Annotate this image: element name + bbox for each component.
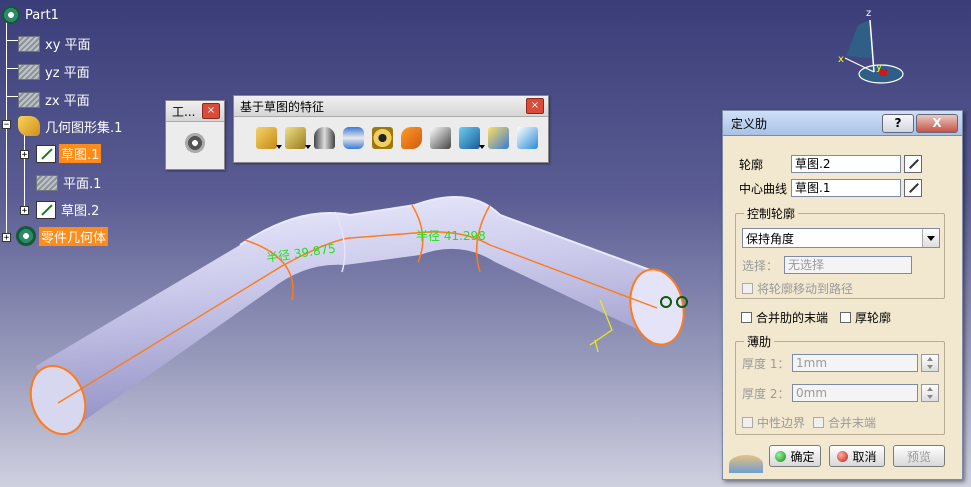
toolbar-sketch-based-features[interactable]: 基于草图的特征 × <box>233 95 549 163</box>
sketch-icon <box>36 200 56 219</box>
move-profile-checkbox[interactable] <box>742 283 753 294</box>
dialog-close-button[interactable]: X <box>916 113 958 133</box>
rib-solid[interactable] <box>22 196 691 442</box>
expand-icon[interactable]: + <box>20 206 29 216</box>
collapse-icon[interactable]: − <box>2 120 11 130</box>
thickness1-label: 厚度 1： <box>742 356 790 371</box>
tree-node-yz-plane[interactable]: yz 平面 <box>18 62 92 81</box>
removed-multi-section-icon[interactable] <box>517 127 538 149</box>
rib-icon[interactable] <box>401 127 422 149</box>
rib-definition-dialog[interactable]: 定义肋 ? X 轮廓 草图.2 中心曲线 草图.1 控制轮廓 保持角度 选择： … <box>722 110 963 480</box>
move-profile-label: 将轮廓移动到路径 <box>757 282 854 296</box>
help-button[interactable]: ? <box>882 113 914 133</box>
ok-button[interactable]: 确定 <box>769 445 821 467</box>
toolbar-small-title: 工... <box>172 104 196 119</box>
tree-node-part-body[interactable]: 零件几何体 <box>16 226 109 246</box>
tree-node-geo-set[interactable]: 几何图形集.1 <box>18 116 124 136</box>
plane-icon <box>36 174 58 191</box>
neutral-fiber-checkbox[interactable] <box>742 417 753 428</box>
ok-icon <box>775 450 787 462</box>
svg-text:y: y <box>876 62 882 73</box>
thick-profile-checkbox[interactable] <box>840 312 852 323</box>
plane-icon <box>18 91 40 108</box>
thickness2-label: 厚度 2： <box>742 386 790 401</box>
pocket-icon[interactable] <box>285 127 311 149</box>
merge-ends-label: 合并末端 <box>828 416 877 430</box>
tree-label-part1: Part1 <box>25 7 59 23</box>
thickness2-field[interactable]: 0mm <box>792 384 918 402</box>
tree-node-xy-plane[interactable]: xy 平面 <box>18 34 93 53</box>
neutral-fiber-label: 中性边界 <box>757 416 806 430</box>
multi-section-solid-icon[interactable] <box>488 127 509 149</box>
preview-button[interactable]: 预览 <box>893 445 945 467</box>
cancel-button[interactable]: 取消 <box>829 445 885 467</box>
edit-sketch-icon[interactable] <box>904 155 922 173</box>
toolbar-small[interactable]: 工... × <box>165 100 225 170</box>
thickness2-spinner[interactable] <box>921 384 939 402</box>
toolbar-features-title: 基于草图的特征 <box>240 99 325 114</box>
toolbar-features-close-button[interactable]: × <box>526 98 544 114</box>
tree-node-sketch2[interactable]: 草图.2 <box>36 200 101 219</box>
compass-icon[interactable]: z x y <box>838 8 904 84</box>
hole-icon[interactable] <box>372 127 393 149</box>
merge-rib-ends-checkbox[interactable] <box>741 312 752 323</box>
svg-text:x: x <box>838 54 844 65</box>
radius-annotation-2[interactable]: 半径 41.298 <box>416 229 486 243</box>
body-gear-icon <box>16 226 36 246</box>
center-curve-field[interactable]: 草图.1 <box>791 179 901 197</box>
merge-rib-ends-label: 合并肋的末端 <box>756 311 829 325</box>
tree-node-zx-plane[interactable]: zx 平面 <box>18 90 92 109</box>
solid-combine-icon[interactable] <box>459 127 485 149</box>
groove-icon[interactable] <box>343 127 364 149</box>
control-profile-title: 控制轮廓 <box>744 205 799 222</box>
selection-label: 选择： <box>742 258 779 273</box>
slot-icon[interactable] <box>430 127 451 149</box>
thin-rib-title: 薄肋 <box>744 333 775 350</box>
merge-ends-checkbox[interactable] <box>813 417 825 428</box>
center-curve-label: 中心曲线 <box>739 181 788 196</box>
geometric-set-icon <box>18 116 40 136</box>
sketch-icon <box>36 144 56 163</box>
catia-logo-icon <box>729 455 763 473</box>
thickness1-field[interactable]: 1mm <box>792 354 918 372</box>
plane-icon <box>18 35 40 52</box>
plane-icon <box>18 63 40 80</box>
profile-field[interactable]: 草图.2 <box>791 155 901 173</box>
profile-control-select[interactable]: 保持角度 <box>742 228 940 248</box>
tree-node-sketch1[interactable]: 草图.1 <box>36 144 102 163</box>
selection-field[interactable]: 无选择 <box>784 256 912 274</box>
shaft-icon[interactable] <box>314 127 335 149</box>
expand-icon[interactable]: + <box>20 150 29 160</box>
toolbar-small-close-button[interactable]: × <box>202 103 220 119</box>
gear-icon[interactable] <box>184 132 206 154</box>
edit-sketch-icon[interactable] <box>904 179 922 197</box>
control-profile-group: 控制轮廓 保持角度 选择： 无选择 将轮廓移动到路径 <box>735 205 945 299</box>
part-gear-icon <box>2 6 20 24</box>
expand-icon[interactable]: + <box>2 233 11 243</box>
cancel-icon <box>837 450 849 462</box>
thin-rib-group: 薄肋 厚度 1： 1mm 厚度 2： 0mm 中性边界 合并末端 <box>735 333 945 435</box>
chevron-down-icon[interactable] <box>922 229 939 247</box>
svg-text:z: z <box>866 8 871 19</box>
tree-node-plane1[interactable]: 平面.1 <box>36 173 103 192</box>
pad-icon[interactable] <box>256 127 282 149</box>
profile-label: 轮廓 <box>739 157 764 172</box>
thick-profile-label: 厚轮廓 <box>855 311 892 325</box>
thickness1-spinner[interactable] <box>921 354 939 372</box>
dialog-title: 定义肋 <box>731 116 768 131</box>
tree-node-part1[interactable]: Part1 <box>2 6 61 24</box>
